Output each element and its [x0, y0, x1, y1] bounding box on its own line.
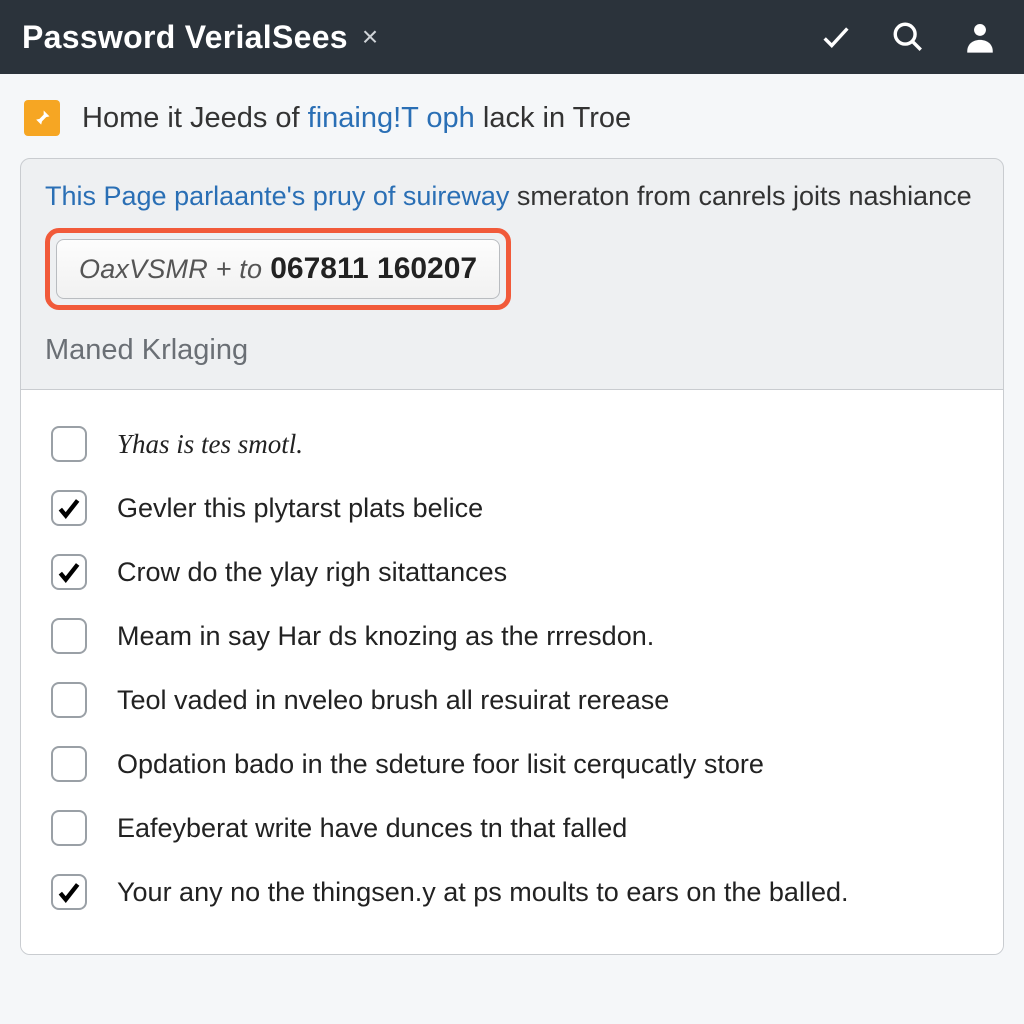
list-item: Eafeyberat write have dunces tn that fal…: [47, 796, 977, 860]
checklist: Yhas is tes smotl. Gevler this plytarst p…: [21, 390, 1003, 954]
checkbox[interactable]: [51, 426, 87, 462]
code-label: OaxVSMR + to: [79, 254, 262, 285]
list-item: Teol vaded in nveleo brush all resuirat …: [47, 668, 977, 732]
list-item-label: Crow do the ylay righ sitattances: [117, 557, 507, 588]
app-header: Password VerialSees ×: [0, 0, 1024, 74]
list-item-label: Gevler this plytarst plats belice: [117, 493, 483, 524]
checkbox[interactable]: [51, 682, 87, 718]
list-item: Your any no the thingsen.y at ps moults …: [47, 860, 977, 924]
breadcrumb: Home it Jeeds of finaing!T oph lack in T…: [0, 74, 1024, 158]
checkbox[interactable]: [51, 490, 87, 526]
list-item: Meam in say Har ds knozing as the rrresd…: [47, 604, 977, 668]
list-item: Opdation bado in the sdeture foor lisit …: [47, 732, 977, 796]
checkbox[interactable]: [51, 810, 87, 846]
highlighted-code: OaxVSMR + to 067811 160207: [45, 228, 511, 310]
card-header: This Page parlaante's pruy of suireway s…: [21, 159, 1003, 390]
breadcrumb-text: Home it Jeeds of finaing!T oph lack in T…: [82, 102, 631, 135]
confirm-icon[interactable]: [814, 15, 858, 59]
list-item-label: Your any no the thingsen.y at ps moults …: [117, 877, 848, 908]
checkbox[interactable]: [51, 618, 87, 654]
list-item: Yhas is tes smotl.: [47, 412, 977, 476]
checkbox[interactable]: [51, 554, 87, 590]
list-item-label: Opdation bado in the sdeture foor lisit …: [117, 749, 764, 780]
code-input[interactable]: OaxVSMR + to 067811 160207: [56, 239, 500, 299]
list-item-label: Yhas is tes smotl.: [117, 429, 303, 460]
list-item-label: Meam in say Har ds knozing as the rrresd…: [117, 621, 654, 652]
search-icon[interactable]: [886, 15, 930, 59]
page-title: Password VerialSees: [22, 19, 348, 56]
user-icon[interactable]: [958, 15, 1002, 59]
description-link[interactable]: This Page parlaante's pruy of suireway: [45, 181, 509, 211]
content-card: This Page parlaante's pruy of suireway s…: [20, 158, 1004, 955]
list-item: Gevler this plytarst plats belice: [47, 476, 977, 540]
checkbox[interactable]: [51, 746, 87, 782]
section-heading: Maned Krlaging: [45, 334, 979, 367]
list-item: Crow do the ylay righ sitattances: [47, 540, 977, 604]
pin-icon: [24, 100, 60, 136]
list-item-label: Teol vaded in nveleo brush all resuirat …: [117, 685, 669, 716]
checkbox[interactable]: [51, 874, 87, 910]
list-item-label: Eafeyberat write have dunces tn that fal…: [117, 813, 627, 844]
breadcrumb-link[interactable]: finaing!T oph: [308, 102, 475, 134]
close-icon[interactable]: ×: [362, 21, 378, 53]
card-description: This Page parlaante's pruy of suireway s…: [45, 179, 979, 214]
code-value: 067811 160207: [270, 252, 477, 286]
